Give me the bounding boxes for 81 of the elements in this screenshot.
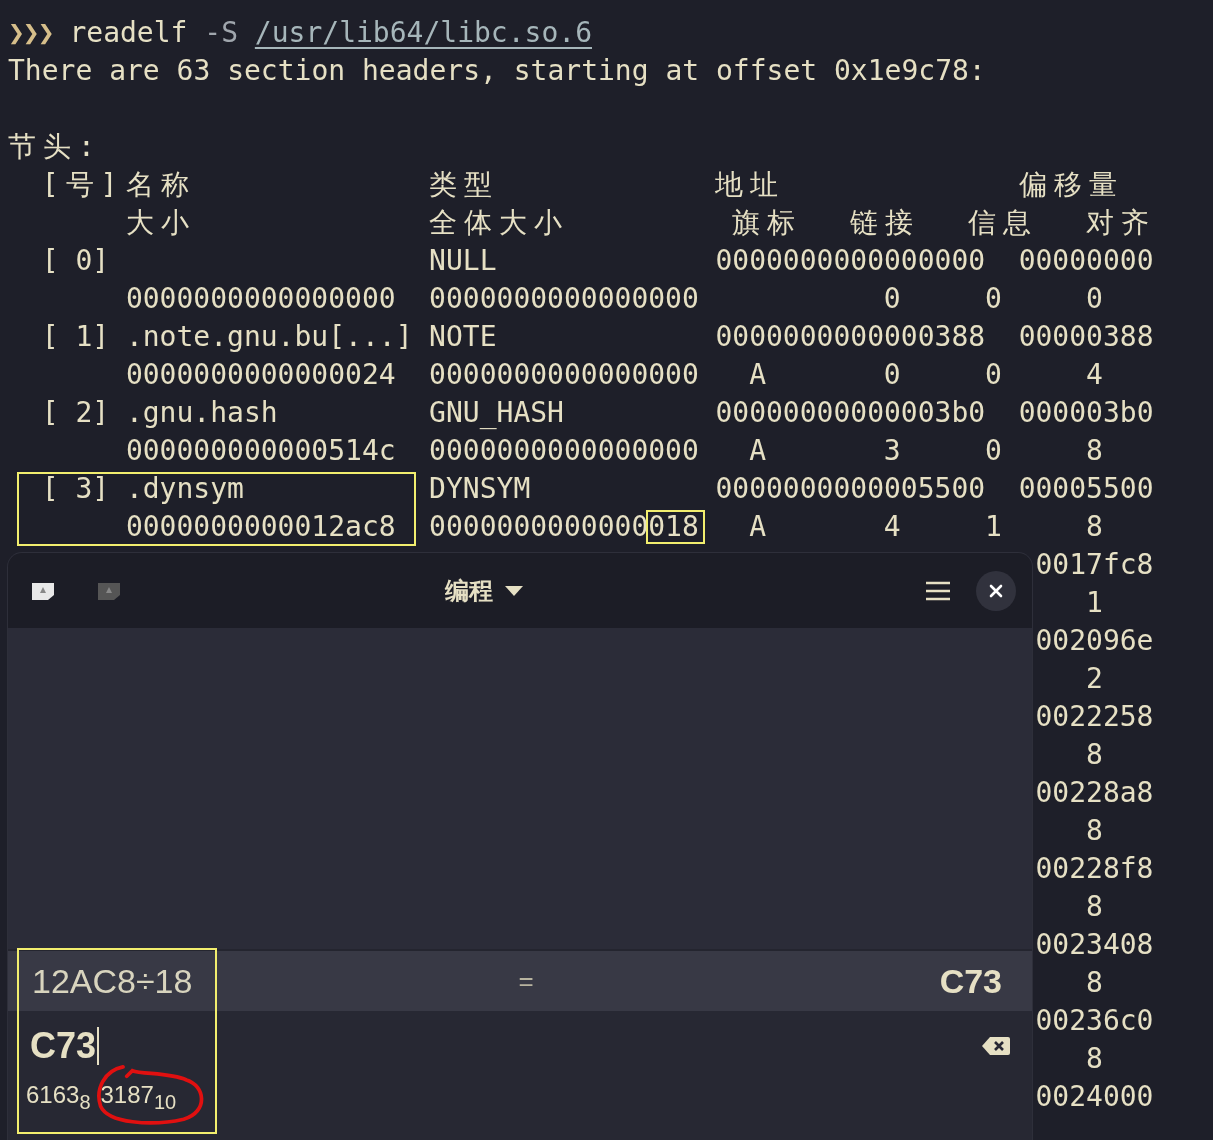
section-offset: 00000388	[1018, 322, 1154, 352]
column-header: 链接	[850, 205, 922, 241]
section-offset: 002096e	[1035, 626, 1154, 656]
section-offset: 0023408	[1035, 930, 1154, 960]
section-info: 0	[984, 360, 1002, 390]
mode-dropdown[interactable]: 编程	[437, 570, 531, 611]
section-type: GNU_HASH	[429, 398, 564, 428]
section-index: [ 2]	[41, 398, 110, 428]
section-offset: 00236c0	[1035, 1006, 1154, 1036]
section-address: 00000000000003b0	[715, 398, 986, 428]
section-align: 8	[1086, 816, 1103, 846]
close-button[interactable]	[976, 570, 1016, 611]
section-type: DYNSYM	[429, 474, 531, 504]
result-text: C73	[939, 961, 1002, 1001]
section-type: NULL	[429, 246, 497, 276]
section-align: 8	[1086, 740, 1103, 770]
expression-text: 12AC8÷18	[32, 961, 193, 1001]
section-size: 0000000000012ac8	[125, 512, 396, 542]
section-size: 0000000000000024	[125, 360, 396, 390]
section-index: [ 1]	[41, 322, 110, 352]
column-header: 信息	[968, 205, 1040, 241]
section-offset: 0022258	[1035, 702, 1154, 732]
column-header: 类型	[429, 167, 501, 203]
menu-icon[interactable]	[926, 580, 950, 601]
section-address: 0000000000000388	[715, 322, 986, 352]
column-header: 旗标	[732, 205, 804, 241]
section-info: 0	[984, 436, 1002, 466]
section-align: 0	[1086, 284, 1103, 314]
section-offset: 00228f8	[1035, 854, 1154, 884]
section-offset: 0017fc8	[1035, 550, 1154, 580]
column-header: 名称	[125, 167, 197, 203]
section-address: 0000000000000000	[715, 246, 986, 276]
section-address: 0000000000005500	[715, 474, 986, 504]
section-offset: 000003b0	[1018, 398, 1154, 428]
summary-text: There are 63 section headers, starting at offset 0x1e9c78:	[8, 54, 986, 87]
prompt-symbol: ❯❯❯	[8, 16, 53, 49]
section-name: .gnu.hash	[125, 398, 278, 428]
section-align: 4	[1086, 360, 1103, 390]
flag-text: -S	[204, 16, 238, 49]
section-align: 8	[1086, 1044, 1103, 1074]
section-entsize: 0000000000000000	[429, 360, 699, 390]
section-align: 8	[1086, 892, 1103, 922]
column-header: 地址	[715, 167, 787, 203]
section-entsize: 0000000000000000	[429, 436, 699, 466]
column-header: 全体大小	[429, 205, 571, 241]
section-align: 1	[1086, 588, 1103, 618]
section-align: 8	[1086, 512, 1103, 542]
section-size: 0000000000000000	[125, 284, 396, 314]
section-name: .note.gnu.bu[...]	[125, 322, 413, 352]
section-entsize: 0000000000000000	[429, 284, 699, 314]
column-header: 大小	[125, 205, 197, 241]
section-offset: 00228a8	[1035, 778, 1154, 808]
file-path-link[interactable]: /usr/lib64/libc.so.6	[254, 16, 592, 49]
section-offset: 00000000	[1018, 246, 1154, 276]
table-title: 节头:	[8, 130, 102, 163]
command-text: readelf	[69, 16, 188, 49]
section-flags: A	[749, 360, 766, 390]
caret-icon	[505, 585, 523, 596]
column-header: 对齐	[1086, 205, 1157, 241]
input-field[interactable]: C73	[30, 1027, 100, 1065]
section-offset: 0024000	[1035, 1082, 1154, 1112]
section-size: 000000000000514c	[125, 436, 396, 466]
section-flags: A	[749, 512, 766, 542]
backspace-icon[interactable]	[982, 1036, 1010, 1056]
base-conversion: 3187$_{10}$	[100, 1081, 177, 1108]
base-conversion: 6163$_{8}$	[26, 1081, 91, 1114]
section-align: 8	[1086, 968, 1103, 998]
column-header: [号]	[41, 167, 126, 203]
close-icon	[989, 583, 1003, 598]
section-type: NOTE	[429, 322, 497, 352]
section-info: 0	[984, 284, 1002, 314]
section-align: 8	[1086, 436, 1103, 466]
section-index: [ 3]	[41, 474, 110, 504]
section-name: .dynsym	[125, 474, 244, 504]
section-info: 1	[984, 512, 1002, 542]
equals-sign: =	[518, 965, 534, 997]
section-align: 2	[1086, 664, 1103, 694]
column-header: 偏移量	[1018, 167, 1125, 203]
section-index: [ 0]	[41, 246, 110, 276]
section-offset: 00005500	[1018, 474, 1154, 504]
section-flags: A	[749, 436, 766, 466]
